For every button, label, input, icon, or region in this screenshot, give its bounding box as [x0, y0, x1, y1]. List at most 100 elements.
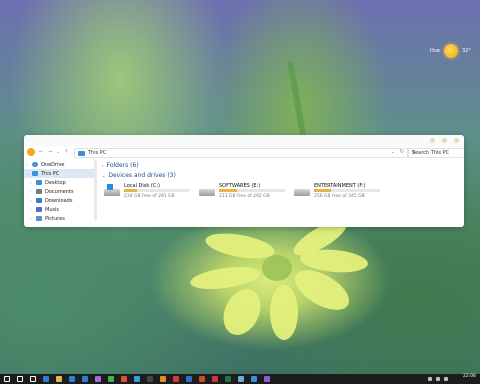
cloud-icon: [32, 162, 38, 167]
documents-folder-icon: [36, 189, 42, 194]
sidebar-item-downloads[interactable]: › Downloads: [24, 196, 94, 205]
network-icon[interactable]: [428, 377, 432, 381]
taskbar-icons: [0, 376, 270, 382]
clock[interactable]: 22:06: [463, 374, 476, 380]
notification-icon[interactable]: [444, 377, 448, 381]
illustrator-icon[interactable]: [160, 376, 166, 382]
media-icon[interactable]: [238, 376, 244, 382]
navigation-bar: ← → ⌄ ↑ This PC ⌄ ↻ Search This PC ⚲: [24, 147, 464, 158]
sun-icon: [444, 44, 459, 58]
drive-item-f[interactable]: ENTERTAINMENT (F:) 256 GB free of 345 GB: [292, 182, 387, 204]
drive-free-space: 211 GB free of 292 GB: [219, 194, 270, 199]
weather-widget[interactable]: Hue 32°: [430, 44, 471, 58]
acrobat-icon[interactable]: [173, 376, 179, 382]
chevron-right-icon[interactable]: ›: [30, 189, 32, 194]
navigation-pane: › OneDrive ⌄ This PC › Desktop › Documen…: [24, 160, 97, 227]
hard-drive-icon: [294, 189, 310, 196]
hard-drive-icon: [104, 189, 120, 196]
weather-temperature: 32°: [462, 48, 471, 54]
sidebar-item-pictures[interactable]: › Pictures: [24, 214, 94, 223]
devices-group-label: Devices and drives (3): [108, 171, 176, 179]
drive-usage-bar: [219, 189, 285, 192]
back-arrow-icon[interactable]: ←: [39, 149, 43, 155]
file-explorer-icon[interactable]: [56, 376, 62, 382]
chevron-right-icon[interactable]: ›: [30, 198, 32, 203]
address-dropdown-icon[interactable]: ⌄: [391, 149, 395, 155]
folders-group-label: Folders (6): [106, 161, 139, 169]
chevron-down-icon[interactable]: ⌄: [26, 171, 29, 176]
drive-usage-bar: [314, 189, 380, 192]
chevron-right-icon[interactable]: ›: [30, 216, 32, 221]
app-purple-icon[interactable]: [264, 376, 270, 382]
pictures-folder-icon: [36, 216, 42, 221]
excel-icon[interactable]: [225, 376, 231, 382]
chevron-right-icon[interactable]: ›: [26, 162, 28, 167]
up-arrow-icon[interactable]: ↑: [64, 149, 68, 155]
drives-list: Local Disk (C:) 234 GB free of 291 GB SO…: [102, 182, 464, 204]
taskbar: 22:06: [0, 374, 480, 384]
sidebar-item-this-pc[interactable]: ⌄ This PC: [24, 169, 94, 178]
drive-usage-bar: [124, 189, 190, 192]
sidebar-item-label: Downloads: [45, 197, 73, 204]
recent-locations-icon[interactable]: ⌄: [56, 149, 60, 155]
drive-item-c[interactable]: Local Disk (C:) 234 GB free of 291 GB: [102, 182, 197, 204]
app-blue-icon[interactable]: [251, 376, 257, 382]
file-explorer-window: ← → ⌄ ↑ This PC ⌄ ↻ Search This PC ⚲ › O…: [24, 135, 464, 227]
flower-petal: [216, 283, 268, 341]
sidebar-item-music[interactable]: › Music: [24, 205, 94, 214]
devices-group-header[interactable]: ⌄ Devices and drives (3): [102, 170, 464, 180]
folders-group-header[interactable]: › Folders (6): [102, 160, 464, 170]
address-bar[interactable]: This PC ⌄ ↻: [74, 148, 408, 158]
navigation-scrollbar[interactable]: [94, 160, 97, 220]
powerpoint-icon[interactable]: [199, 376, 205, 382]
sidebar-item-onedrive[interactable]: › OneDrive: [24, 160, 94, 169]
app-dark-icon[interactable]: [147, 376, 153, 382]
desktop-folder-icon: [36, 180, 42, 185]
search-icon: ⚲: [412, 150, 416, 156]
chevron-down-icon[interactable]: ⌄: [102, 173, 105, 178]
sidebar-item-desktop[interactable]: › Desktop: [24, 178, 94, 187]
title-bar[interactable]: [24, 135, 464, 147]
start-icon[interactable]: [4, 376, 10, 382]
sidebar-item-label: Pictures: [45, 215, 65, 222]
drive-item-e[interactable]: SOFTWARES (E:) 211 GB free of 292 GB: [197, 182, 292, 204]
maximize-button[interactable]: [442, 138, 447, 143]
chrome-icon[interactable]: [121, 376, 127, 382]
sidebar-item-label: Desktop: [45, 179, 66, 186]
store-icon[interactable]: [69, 376, 75, 382]
search-input[interactable]: Search This PC ⚲: [408, 148, 464, 158]
edge-icon[interactable]: [43, 376, 49, 382]
sidebar-item-label: OneDrive: [41, 161, 65, 168]
photoshop-icon[interactable]: [134, 376, 140, 382]
mail-icon[interactable]: [82, 376, 88, 382]
content-pane: › Folders (6) ⌄ Devices and drives (3) L…: [102, 160, 464, 227]
weather-city: Hue: [430, 48, 441, 54]
downloads-folder-icon: [36, 198, 42, 203]
sidebar-item-label: Documents: [45, 188, 74, 195]
sidebar-item-label: This PC: [41, 170, 60, 177]
volume-icon[interactable]: [436, 377, 440, 381]
refresh-icon[interactable]: ↻: [400, 149, 404, 155]
app-green-icon[interactable]: [108, 376, 114, 382]
task-view-icon[interactable]: [30, 376, 36, 382]
flower-petal: [270, 285, 298, 340]
close-button[interactable]: [454, 138, 459, 143]
sidebar-item-documents[interactable]: › Documents: [24, 187, 94, 196]
address-path: This PC: [88, 150, 107, 156]
chevron-right-icon[interactable]: ›: [30, 180, 32, 185]
computer-icon: [78, 150, 85, 156]
chevron-right-icon[interactable]: ›: [102, 163, 104, 168]
flower-center: [262, 255, 292, 281]
drive-free-space: 256 GB free of 345 GB: [314, 194, 365, 199]
minimize-button[interactable]: [430, 138, 435, 143]
drive-free-space: 234 GB free of 291 GB: [124, 194, 175, 199]
flower-petal: [188, 263, 262, 293]
quick-access-icon[interactable]: [27, 148, 35, 156]
chevron-right-icon[interactable]: ›: [30, 207, 32, 212]
app-red-icon[interactable]: [212, 376, 218, 382]
premiere-icon[interactable]: [95, 376, 101, 382]
search-icon[interactable]: [17, 376, 23, 382]
forward-arrow-icon[interactable]: →: [48, 149, 52, 155]
hard-drive-icon: [199, 189, 215, 196]
word-icon[interactable]: [186, 376, 192, 382]
